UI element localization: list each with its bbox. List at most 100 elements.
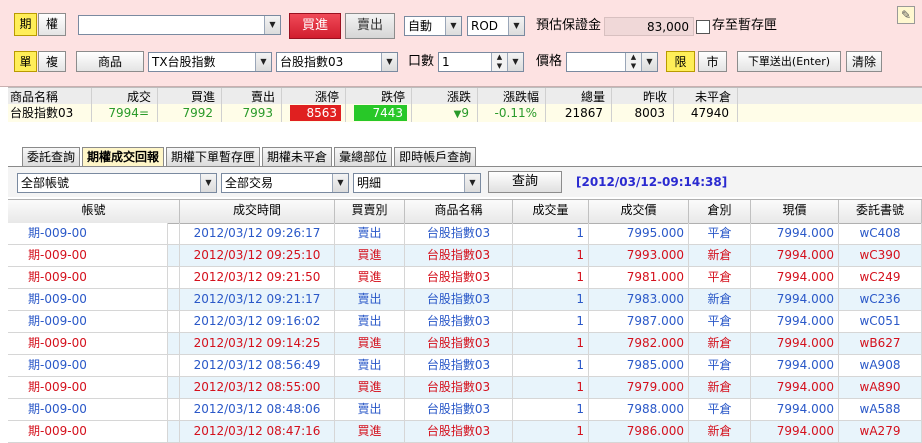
contract-select-value: 台股指數03 [280,55,344,69]
spin-icon[interactable]: ▲ ▼ [625,53,641,71]
column-header[interactable]: 成交量 [513,200,589,223]
cell-order-no: wC390 [839,245,922,266]
cell-price: 7987.000 [589,311,689,332]
condition-value: 自動 [408,19,433,33]
column-header[interactable]: 委託書號 [839,200,922,223]
detail-filter-select[interactable]: 明細 ▼ [353,173,481,193]
table-row[interactable]: 期-009-00 2012/03/12 09:21:17 賣出 台股指數03 1… [8,289,922,311]
options-toggle[interactable]: 權 [38,13,66,36]
column-header[interactable]: 現價 [751,200,839,223]
spin-icon[interactable]: ▲ ▼ [491,53,507,71]
order-type-select[interactable]: ROD ▼ [467,16,525,36]
down-triangle-icon[interactable]: ▼ [200,174,216,192]
tab-order-draft[interactable]: 期權下單暫存匣 [166,147,261,166]
cell-position: 新倉 [689,377,751,398]
table-row[interactable]: 期-009-00 2012/03/12 09:21:50 買進 台股指數03 1… [8,267,922,289]
cell-product: 台股指數03 [405,377,513,398]
tab-position-summary[interactable]: 彙總部位 [334,147,393,166]
clear-button[interactable]: 清除 [846,51,882,72]
down-triangle-icon[interactable]: ▼ [381,53,397,71]
table-row[interactable]: 期-009-00 2012/03/12 08:55:00 買進 台股指數03 1… [8,377,922,399]
buy-button[interactable]: 買進 [289,13,341,39]
cell-time: 2012/03/12 09:21:17 [180,289,335,310]
cell-side: 買進 [335,245,405,266]
down-triangle-icon[interactable]: ▼ [508,17,524,35]
cell-side: 賣出 [335,355,405,376]
cell-price: 7988.000 [589,399,689,420]
margin-value: 83,000 [604,17,694,36]
quote-change-cell: ▼9 [412,104,478,122]
table-row[interactable]: 期-009-00 2012/03/12 09:14:25 買進 台股指數03 1… [8,333,922,355]
cell-product: 台股指數03 [405,245,513,266]
down-triangle-icon[interactable]: ▼ [255,53,271,71]
down-triangle-icon[interactable]: ▼ [264,16,280,34]
table-row[interactable]: 期-009-00 2012/03/12 08:47:16 買進 台股指數03 1… [8,421,922,443]
column-header[interactable]: 帳號 [8,200,180,223]
down-triangle-icon[interactable]: ▼ [445,17,461,35]
quote-ask: 7993 [222,104,282,122]
cell-time: 2012/03/12 09:16:02 [180,311,335,332]
cell-price: 7983.000 [589,289,689,310]
table-row[interactable]: 期-009-00 2012/03/12 09:25:10 買進 台股指數03 1… [8,245,922,267]
table-row[interactable]: 期-009-00 2012/03/12 08:48:06 賣出 台股指數03 1… [8,399,922,421]
column-header[interactable]: 買賣別 [335,200,405,223]
quote-header-cell: 商品名稱 [8,88,92,104]
cell-order-no: wC408 [839,223,922,244]
tab-fill-report[interactable]: 期權成交回報 [82,147,165,166]
down-triangle-icon[interactable]: ▼ [507,53,523,71]
tab-open-positions[interactable]: 期權未平倉 [262,147,333,166]
condition-select[interactable]: 自動 ▼ [404,16,462,36]
table-row[interactable]: 期-009-00 2012/03/12 09:16:02 賣出 台股指數03 1… [8,311,922,333]
tab-account-query[interactable]: 即時帳戶查詢 [394,147,477,166]
sell-button[interactable]: 賣出 [345,13,395,39]
cell-price: 7982.000 [589,333,689,354]
cell-account: 期-009-00 [8,267,168,288]
trade-filter-select[interactable]: 全部交易 ▼ [221,173,349,193]
cell-order-no: wB627 [839,333,922,354]
quote-row[interactable]: 台股指數03 7994= 7992 7993 8563 7443 ▼9 -0.1… [8,104,922,122]
column-header[interactable]: 成交價 [589,200,689,223]
cell-price: 7981.000 [589,267,689,288]
down-triangle-icon[interactable]: ▼ [464,174,480,192]
account-select[interactable]: ▼ [78,15,281,35]
cell-time: 2012/03/12 08:55:00 [180,377,335,398]
cell-account: 期-009-00 [8,245,168,266]
cell-position: 平倉 [689,355,751,376]
futures-toggle[interactable]: 期 [14,13,37,36]
column-header[interactable]: 成交時間 [180,200,335,223]
cell-price: 7995.000 [589,223,689,244]
product-button[interactable]: 商品 [76,51,144,72]
column-header[interactable]: 商品名稱 [405,200,513,223]
account-filter-value: 全部帳號 [21,176,70,190]
quote-prev-close: 8003 [612,104,674,122]
cell-price: 7985.000 [589,355,689,376]
cell-account: 期-009-00 [8,333,168,354]
cell-time: 2012/03/12 08:48:06 [180,399,335,420]
cell-product: 台股指數03 [405,289,513,310]
cell-time: 2012/03/12 09:25:10 [180,245,335,266]
down-triangle-icon[interactable]: ▼ [641,53,657,71]
product-select[interactable]: TX台股指數 ▼ [148,52,272,72]
qty-input[interactable]: 1 ▲ ▼ ▼ [438,52,524,72]
market-button[interactable]: 市 [698,51,727,72]
cell-now: 7994.000 [751,333,839,354]
limit-button[interactable]: 限 [666,51,695,72]
single-toggle[interactable]: 單 [14,51,37,72]
submit-order-button[interactable]: 下單送出(Enter) [737,51,841,72]
query-button[interactable]: 查詢 [488,171,562,193]
table-row[interactable]: 期-009-00 2012/03/12 08:56:49 賣出 台股指數03 1… [8,355,922,377]
cell-now: 7994.000 [751,267,839,288]
table-row[interactable]: 期-009-00 2012/03/12 09:26:17 賣出 台股指數03 1… [8,223,922,245]
cell-now: 7994.000 [751,355,839,376]
contract-select[interactable]: 台股指數03 ▼ [276,52,398,72]
multi-toggle[interactable]: 複 [38,51,66,72]
cell-account: 期-009-00 [8,355,168,376]
pencil-icon[interactable]: ✎ [897,6,915,24]
save-checkbox[interactable] [696,19,710,34]
tab-order-query[interactable]: 委託查詢 [22,147,81,166]
quote-limit-up: 8563 [290,105,341,121]
account-filter-select[interactable]: 全部帳號 ▼ [17,173,217,193]
column-header[interactable]: 倉別 [689,200,751,223]
price-input[interactable]: ▲ ▼ ▼ [566,52,658,72]
down-triangle-icon[interactable]: ▼ [332,174,348,192]
